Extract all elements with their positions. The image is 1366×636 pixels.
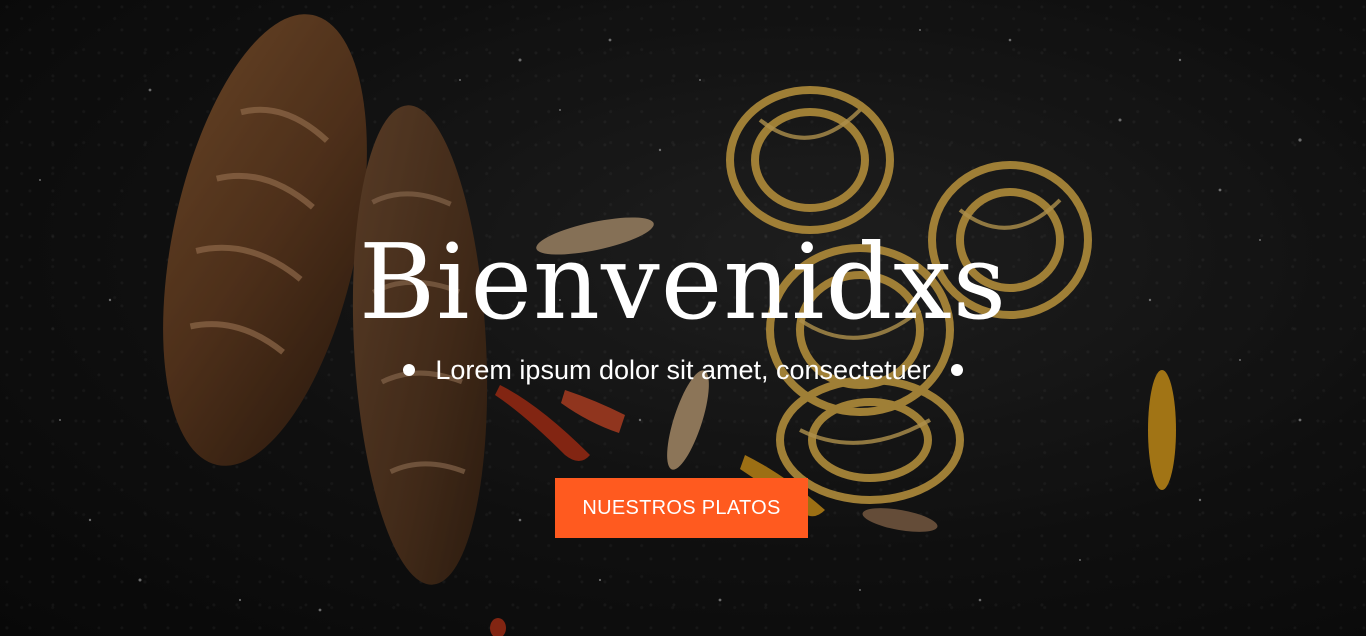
- hero-title: Bienvenidxs: [358, 221, 1008, 343]
- hero-subtitle-row: Lorem ipsum dolor sit amet, consectetuer: [0, 352, 1366, 388]
- hero-content: Bienvenidxs Lorem ipsum dolor sit amet, …: [0, 0, 1366, 636]
- nuestros-platos-button[interactable]: NUESTROS PLATOS: [555, 478, 808, 538]
- bullet-dot-right-icon: [950, 364, 963, 376]
- hero-subtitle: Lorem ipsum dolor sit amet, consectetuer: [435, 354, 931, 385]
- bullet-dot-left-icon: [403, 364, 416, 376]
- hero-section: Bienvenidxs Lorem ipsum dolor sit amet, …: [0, 0, 1366, 636]
